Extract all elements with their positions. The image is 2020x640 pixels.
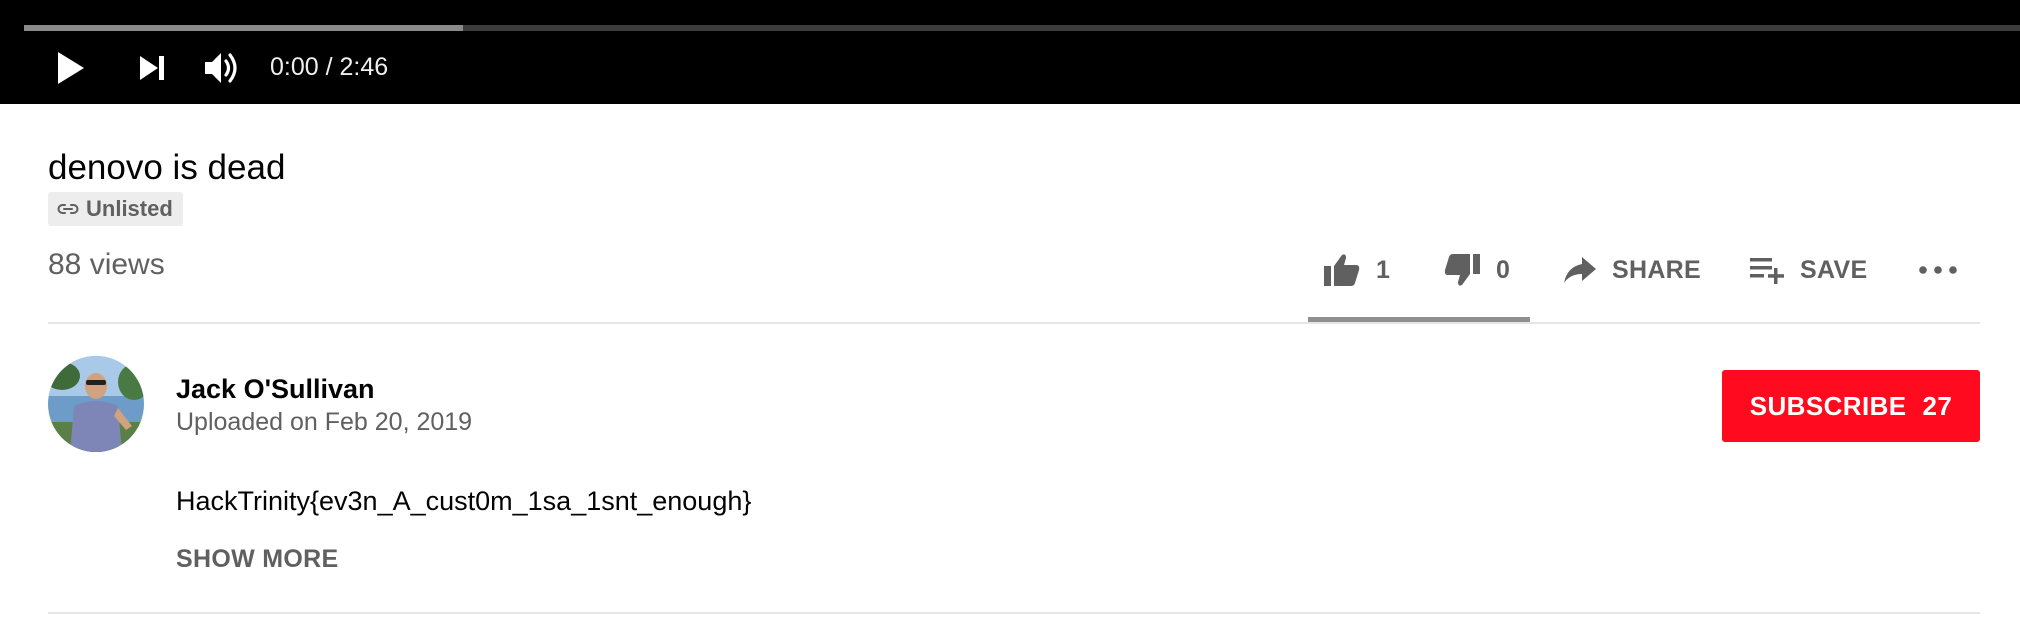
show-more-button[interactable]: SHOW MORE	[176, 542, 338, 576]
progress-bar[interactable]	[24, 25, 2020, 31]
subscriber-count: 27	[1922, 390, 1953, 421]
subscribe-label: SUBSCRIBE	[1749, 390, 1907, 421]
like-button[interactable]: 1	[1322, 248, 1390, 292]
next-icon	[140, 56, 164, 80]
thumbs-up-icon	[1324, 254, 1360, 286]
channel-name[interactable]: Jack O'Sullivan	[176, 372, 375, 406]
divider	[48, 322, 1980, 324]
volume-button[interactable]	[196, 44, 248, 92]
video-description: HackTrinity{ev3n_A_cust0m_1sa_1snt_enoug…	[176, 486, 752, 516]
more-actions-button[interactable]	[1918, 248, 1958, 292]
thumbs-down-icon	[1444, 254, 1480, 286]
next-button[interactable]	[128, 44, 176, 92]
save-button[interactable]: SAVE	[1748, 248, 1867, 292]
video-title: denovo is dead	[48, 148, 286, 187]
privacy-badge-label: Unlisted	[86, 196, 173, 221]
more-horizontal-icon	[1919, 266, 1957, 274]
channel-avatar-image	[48, 356, 144, 452]
privacy-badge: Unlisted	[48, 192, 183, 226]
share-arrow-icon	[1564, 257, 1596, 283]
save-label: SAVE	[1800, 255, 1868, 284]
play-button[interactable]	[46, 44, 94, 92]
play-icon	[58, 52, 84, 84]
video-player-controls: 0:00 / 2:46	[0, 0, 2020, 104]
playlist-add-icon	[1750, 258, 1784, 284]
divider	[48, 612, 1980, 614]
subscribe-button[interactable]: SUBSCRIBE 27	[1722, 370, 1980, 442]
view-count: 88 views	[48, 248, 165, 281]
dislike-count: 0	[1496, 255, 1510, 284]
dislike-button[interactable]: 0	[1442, 248, 1510, 292]
time-display: 0:00 / 2:46	[270, 53, 389, 81]
share-button[interactable]: SHARE	[1562, 248, 1701, 292]
upload-date: Uploaded on Feb 20, 2019	[176, 408, 473, 436]
volume-icon	[205, 53, 237, 83]
like-count: 1	[1376, 255, 1390, 284]
link-icon	[57, 204, 79, 214]
progress-loaded-fill	[24, 25, 464, 31]
avatar[interactable]	[48, 356, 144, 452]
share-label: SHARE	[1612, 255, 1702, 284]
